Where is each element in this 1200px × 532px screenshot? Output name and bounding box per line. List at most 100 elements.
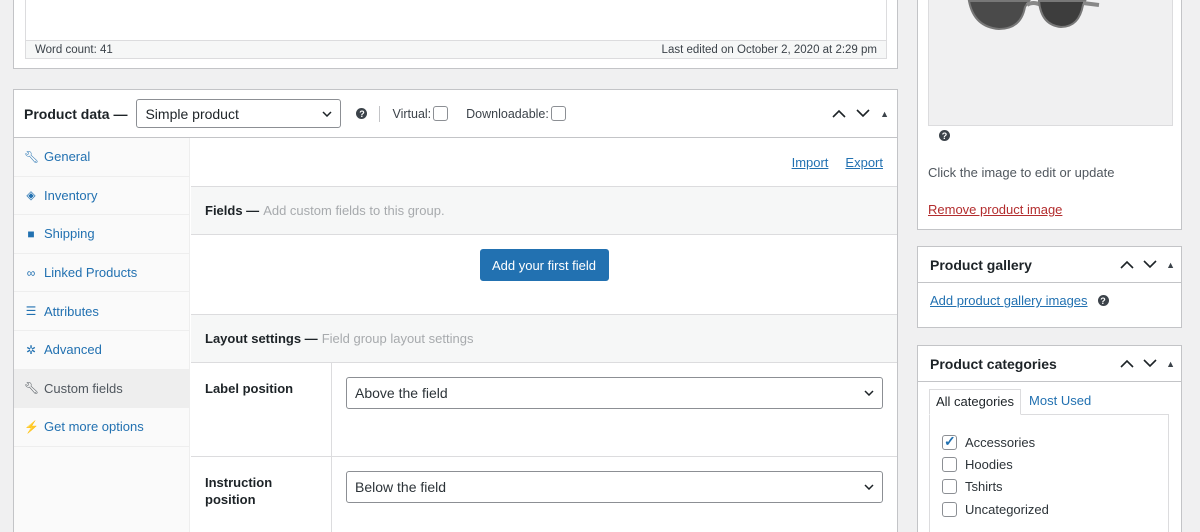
custom-fields-panel: Import Export Fields — Add custom fields… [191, 138, 897, 532]
downloadable-checkbox[interactable] [550, 106, 566, 121]
collapse-toggle-icon[interactable]: ▲ [1166, 260, 1175, 270]
remove-product-image-link[interactable]: Remove product image [928, 202, 1062, 217]
box-controls: ▲ [1120, 260, 1175, 270]
truck-icon: ■ [27, 226, 35, 241]
fields-section-header: Fields — Add custom fields to this group… [191, 187, 897, 235]
product-gallery-body: Add product gallery images ? [918, 283, 1181, 318]
tab-all-categories[interactable]: All categories [929, 389, 1022, 415]
fields-title: Fields — [205, 203, 260, 218]
collapse-toggle-icon[interactable]: ▲ [1166, 359, 1175, 369]
layout-title: Layout settings — [205, 331, 318, 346]
category-item[interactable]: Accessories [942, 431, 1156, 453]
label-position-select[interactable]: Above the field [346, 377, 883, 409]
chevron-up-icon[interactable] [832, 109, 846, 118]
box-controls: ▲ [832, 109, 889, 119]
chevron-down-icon [322, 110, 332, 117]
product-type-select[interactable]: Simple product [136, 99, 342, 128]
add-gallery-images-link[interactable]: Add product gallery images [930, 293, 1088, 308]
tab-label: General [44, 149, 91, 165]
tab-get-more-options[interactable]: ⚡ Get more options [14, 408, 189, 447]
label-position-row: Label position Above the field [191, 363, 897, 457]
tab-advanced[interactable]: ✲ Advanced [14, 331, 189, 370]
downloadable-label: Downloadable: [466, 106, 549, 121]
category-item[interactable]: Hoodies [942, 453, 1156, 475]
tab-label: Custom fields [44, 380, 123, 396]
instruction-position-row: Instruction position Below the field [191, 457, 897, 532]
product-categories-title: Product categories [930, 355, 1057, 372]
editor-status-bar: Word count: 41 Last edited on October 2,… [25, 40, 887, 59]
chevron-up-icon[interactable] [1120, 260, 1134, 269]
box-controls: ▲ [1120, 359, 1175, 369]
tab-label: Get more options [44, 419, 144, 435]
last-edited: Last edited on October 2, 2020 at 2:29 p… [661, 43, 877, 56]
import-export-row: Import Export [191, 138, 897, 187]
tab-label: Attributes [44, 303, 99, 319]
tab-inventory[interactable]: ◈ Inventory [14, 177, 189, 216]
layout-description: Field group layout settings [321, 331, 474, 346]
product-data-tabs: 🔧︎ General ◈ Inventory ■ Shipping ∞ Linked P… [14, 138, 190, 532]
chevron-down-icon[interactable] [1143, 359, 1157, 368]
tab-custom-fields[interactable]: 🔧︎ Custom fields [14, 369, 189, 409]
tab-label: Advanced [44, 342, 102, 358]
virtual-option[interactable]: Virtual: [392, 106, 449, 121]
wrench-icon: 🔧︎ [24, 149, 40, 164]
instruction-position-select[interactable]: Below the field [346, 471, 883, 503]
wrench-icon: 🔧︎ [24, 381, 40, 396]
label-position-label: Label position [191, 363, 332, 456]
help-icon[interactable]: ? [939, 130, 950, 141]
instruction-position-label: Instruction position [191, 457, 332, 532]
category-checkbox[interactable] [942, 501, 957, 517]
category-tabs: All categories Most Used [929, 389, 1097, 415]
product-data-title: Product data — [24, 105, 128, 122]
downloadable-option[interactable]: Downloadable: [466, 106, 566, 121]
add-field-row: Add your first field [191, 235, 897, 315]
import-link[interactable]: Import [792, 155, 829, 170]
chevron-down-icon[interactable] [1143, 260, 1157, 269]
category-label: Tshirts [965, 479, 1003, 495]
instruction-position-value: Below the field [355, 479, 447, 495]
category-checkbox[interactable] [942, 456, 957, 472]
product-type-value: Simple product [145, 105, 239, 122]
image-edit-note: Click the image to edit or update [928, 165, 1115, 180]
tab-shipping[interactable]: ■ Shipping [14, 215, 189, 254]
gear-icon: ✲ [25, 342, 37, 357]
tab-most-used[interactable]: Most Used [1021, 389, 1097, 415]
tab-attributes[interactable]: ☰ Attributes [14, 292, 189, 331]
chevron-down-icon[interactable] [856, 109, 870, 118]
category-label: Uncategorized [965, 501, 1049, 517]
tab-linked-products[interactable]: ∞ Linked Products [14, 254, 189, 293]
help-icon[interactable]: ? [356, 108, 368, 119]
export-link[interactable]: Export [845, 155, 883, 170]
tab-label: Inventory [44, 187, 98, 203]
list-icon: ☰ [25, 304, 37, 319]
tag-icon: ◈ [26, 188, 36, 203]
category-item[interactable]: Tshirts [942, 476, 1156, 498]
add-first-field-button[interactable]: Add your first field [479, 249, 609, 281]
product-categories-header: Product categories ▲ [918, 346, 1181, 382]
virtual-checkbox[interactable] [433, 106, 449, 121]
category-label: Hoodies [965, 456, 1013, 472]
product-data-box: Product data — Simple product ? Virtual:… [13, 89, 898, 532]
product-image-box: ? Click the image to edit or update Remo… [917, 0, 1182, 230]
sunglasses-image [967, 0, 1100, 31]
tab-label: Shipping [44, 226, 95, 242]
product-gallery-header: Product gallery ▲ [918, 247, 1181, 283]
chevron-up-icon[interactable] [1120, 359, 1134, 368]
content-editor-area[interactable] [25, 0, 887, 43]
category-list: Accessories Hoodies Tshirts Uncategorize… [929, 414, 1169, 532]
category-checkbox[interactable] [942, 479, 957, 495]
help-icon[interactable]: ? [1097, 295, 1109, 306]
category-label: Accessories [965, 434, 1036, 450]
category-checkbox[interactable] [942, 433, 957, 450]
content-editor-box: Word count: 41 Last edited on October 2,… [13, 0, 898, 69]
plugin-icon: ⚡ [24, 419, 39, 434]
product-data-header: Product data — Simple product ? Virtual:… [14, 90, 897, 138]
tab-general[interactable]: 🔧︎ General [14, 138, 189, 177]
collapse-toggle-icon[interactable]: ▲ [880, 109, 889, 119]
product-gallery-title: Product gallery [930, 256, 1032, 273]
product-image[interactable] [928, 0, 1173, 126]
fields-description: Add custom fields to this group. [263, 203, 445, 218]
category-item[interactable]: Uncategorized [942, 498, 1156, 520]
layout-section-header: Layout settings — Field group layout set… [191, 315, 897, 363]
product-gallery-box: Product gallery ▲ Add product gallery im… [917, 246, 1182, 328]
